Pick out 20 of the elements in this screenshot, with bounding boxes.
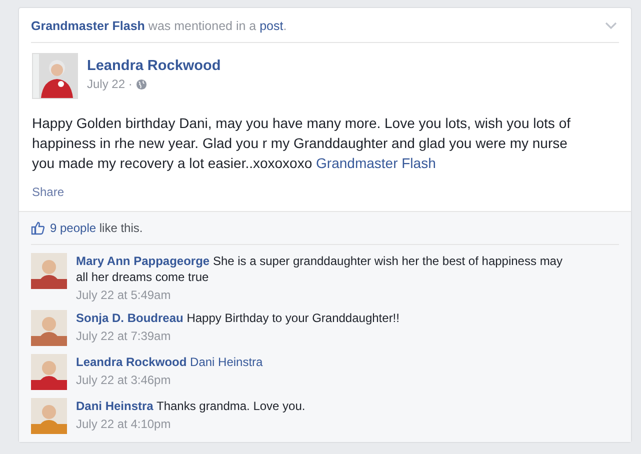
commenter-name[interactable]: Sonja D. Boudreau [76,311,184,325]
comment-text: Dani Heinstra Thanks grandma. Love you. [76,398,306,414]
post-text: Happy Golden birthday Dani, may you have many more. Love you lots, wish you lots of happiness in rhe new year. Glad you r my Granddaughter and glad you were my nurse you made my recovery a lot easier..xoxoxoxo Grandmaster Flash [32,114,572,173]
chevron-down-icon[interactable] [605,22,617,30]
profile-link[interactable]: Grandmaster Flash [31,19,145,33]
thumbs-up-icon [31,221,45,235]
tag-link[interactable]: Grandmaster Flash [316,155,436,171]
comment-text: Mary Ann Pappageorge She is a super granddaughter wish her the best of happiness may all her dreams come true [76,253,564,285]
comment-text: Sonja D. Boudreau Happy Birthday to your Granddaughter!! [76,310,400,326]
commenter-name[interactable]: Leandra Rockwood [76,355,187,369]
mention-text: Grandmaster Flash was mentioned in a post. [31,19,287,33]
share-link[interactable]: Share [32,185,64,199]
globe-icon [136,78,148,90]
post-link[interactable]: post [260,19,284,33]
likers-link[interactable]: 9 people [50,221,96,235]
tag-link[interactable]: Dani Heinstra [190,355,263,369]
commenter-name[interactable]: Dani Heinstra [76,399,154,413]
commenter-name[interactable]: Mary Ann Pappageorge [76,254,210,268]
author-name[interactable]: Leandra Rockwood [87,58,221,74]
likes-text: 9 people like this. [50,221,143,235]
